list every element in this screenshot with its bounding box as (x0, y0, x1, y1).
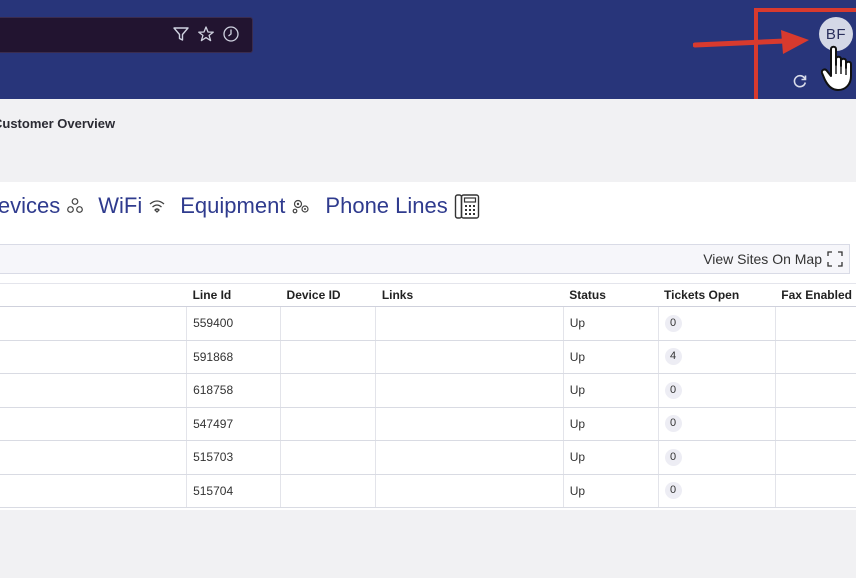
phone-lines-table: Line Id Device ID Links Status Tickets O… (0, 283, 856, 508)
links-cell (375, 474, 564, 508)
device-id-cell (280, 306, 376, 341)
tickets-cell: 0 (657, 407, 776, 441)
devices-icon (67, 198, 84, 213)
top-bar: BF (0, 0, 856, 99)
wifi-icon (149, 200, 165, 213)
line-id-cell: 515704 (186, 474, 281, 508)
fax-cell (774, 440, 856, 475)
view-sites-label: View Sites On Map (703, 251, 822, 267)
search-bar[interactable] (0, 17, 253, 53)
history-icon[interactable] (222, 25, 240, 43)
fax-cell (774, 474, 856, 508)
status-cell: Up (562, 306, 659, 341)
line-id-cell: 559400 (186, 306, 281, 341)
tickets-cell: 0 (657, 373, 776, 408)
line-id-cell: 618758 (186, 373, 281, 408)
fax-cell (774, 407, 856, 441)
section-tabs: Devices WiFi Equipment (0, 192, 494, 220)
table-row[interactable]: 515704 Up 0 (0, 474, 856, 508)
links-cell (375, 306, 564, 341)
tickets-cell: 4 (657, 340, 776, 374)
column-header-fax-enabled[interactable]: Fax Enabled (775, 283, 856, 307)
map-toolbar: View Sites On Map (0, 244, 850, 274)
line-id-cell: 515703 (186, 440, 281, 475)
tab-phone-lines[interactable]: Phone Lines (325, 192, 479, 220)
name-cell (0, 306, 187, 341)
name-cell (0, 440, 187, 475)
search-actions (172, 25, 240, 43)
line-id-cell: 547497 (186, 407, 281, 441)
status-cell: Up (562, 440, 659, 475)
star-icon[interactable] (197, 25, 215, 43)
column-header-line-id[interactable]: Line Id (186, 283, 281, 307)
view-sites-on-map-link[interactable]: View Sites On Map (703, 251, 843, 267)
fax-cell (774, 306, 856, 341)
tickets-cell: 0 (657, 474, 776, 508)
tickets-badge[interactable]: 0 (664, 482, 682, 500)
phone-lines-icon (454, 194, 479, 219)
links-cell (375, 373, 564, 408)
status-cell: Up (562, 407, 659, 441)
device-id-cell (280, 340, 376, 374)
status-cell: Up (562, 340, 659, 374)
column-header-tickets-open[interactable]: Tickets Open (658, 283, 776, 307)
line-id-cell: 591868 (186, 340, 281, 374)
tab-label: Devices (0, 193, 61, 218)
table-row[interactable]: 591868 Up 4 (0, 340, 856, 374)
tickets-badge[interactable]: 4 (664, 348, 682, 366)
name-cell (0, 474, 187, 508)
tab-label: WiFi (98, 193, 143, 218)
tickets-badge[interactable]: 0 (664, 415, 682, 433)
table-row[interactable]: 618758 Up 0 (0, 373, 856, 408)
links-cell (375, 340, 564, 374)
tickets-badge[interactable]: 0 (664, 381, 682, 399)
expand-icon (827, 251, 843, 267)
table-row[interactable]: 547497 Up 0 (0, 407, 856, 441)
content-panel: Devices WiFi Equipment (0, 182, 856, 510)
status-cell: Up (562, 474, 659, 508)
column-header-status[interactable]: Status (563, 283, 659, 307)
tickets-cell: 0 (657, 306, 776, 341)
tab-label: Phone Lines (325, 193, 448, 218)
status-cell: Up (562, 373, 659, 408)
tab-label: Equipment (180, 193, 286, 218)
tab-wifi[interactable]: WiFi (98, 193, 166, 219)
equipment-icon (293, 199, 310, 214)
breadcrumb[interactable]: Customer Overview (0, 116, 115, 131)
table-row[interactable]: 559400 Up 0 (0, 306, 856, 341)
tab-equipment[interactable]: Equipment (180, 193, 311, 219)
column-header-device-id[interactable]: Device ID (280, 283, 376, 307)
tickets-badge[interactable]: 0 (664, 448, 682, 466)
links-cell (375, 440, 564, 475)
links-cell (375, 407, 564, 441)
breadcrumb-area: Customer Overview (0, 99, 856, 182)
tickets-cell: 0 (657, 440, 776, 475)
name-cell (0, 407, 187, 441)
column-header[interactable] (0, 283, 187, 307)
table-row[interactable]: 515703 Up 0 (0, 440, 856, 475)
fax-cell (774, 373, 856, 408)
filter-icon[interactable] (172, 25, 190, 43)
name-cell (0, 340, 187, 374)
device-id-cell (280, 407, 376, 441)
device-id-cell (280, 440, 376, 475)
name-cell (0, 373, 187, 408)
column-header-links[interactable]: Links (375, 283, 564, 307)
fax-cell (774, 340, 856, 374)
device-id-cell (280, 373, 376, 408)
device-id-cell (280, 474, 376, 508)
tickets-badge[interactable]: 0 (664, 314, 682, 332)
table-header-row: Line Id Device ID Links Status Tickets O… (0, 283, 856, 307)
tab-devices[interactable]: Devices (0, 193, 84, 219)
